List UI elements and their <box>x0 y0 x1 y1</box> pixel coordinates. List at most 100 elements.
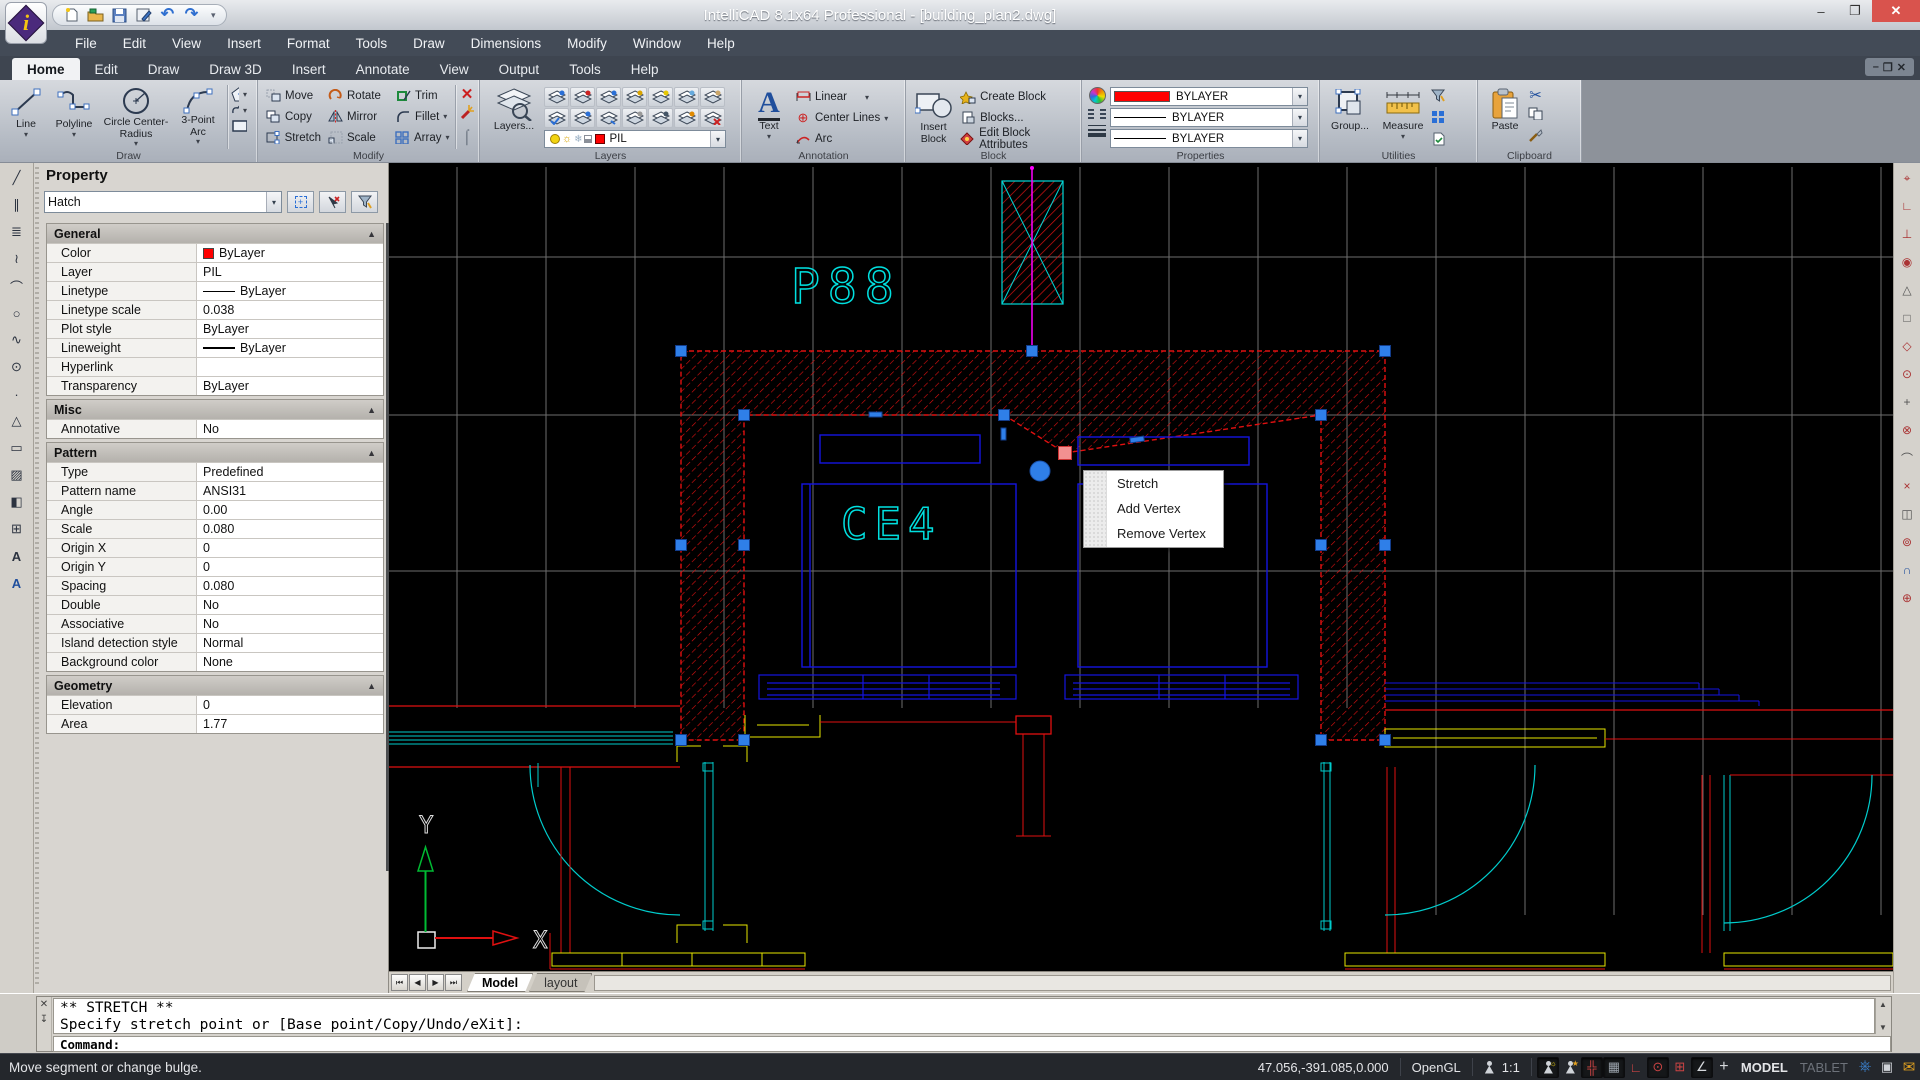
restore-button[interactable]: ❐ <box>1838 0 1872 22</box>
snap-perpendicular-icon[interactable]: ⊥ <box>1896 225 1918 243</box>
window-assembly-right[interactable] <box>1065 675 1298 699</box>
collapse-icon[interactable]: ▲ <box>367 405 376 415</box>
entity-select-arrow[interactable]: ▾ <box>266 192 281 212</box>
copy-button[interactable]: Copy <box>262 107 324 126</box>
tool-circle-icon[interactable]: ○ <box>6 304 28 322</box>
point-style-icon[interactable] <box>1431 110 1445 129</box>
calculator-icon[interactable] <box>1432 132 1445 151</box>
layer-color-swatch[interactable] <box>595 134 605 144</box>
color-combo-arrow[interactable]: ▾ <box>1292 88 1307 105</box>
undo-icon[interactable]: ↶ <box>159 7 176 24</box>
linetype-combo-arrow[interactable]: ▾ <box>1292 109 1307 126</box>
tab-prev-button[interactable]: ◀ <box>409 974 426 991</box>
snap-center-icon[interactable]: ◉ <box>1896 253 1918 271</box>
row-value[interactable]: ByLayer <box>197 339 383 357</box>
center-lines-button[interactable]: ⊕Center Lines▾ <box>792 109 891 128</box>
doc-minimize-button[interactable]: – <box>1873 61 1879 73</box>
layer-combo-arrow[interactable]: ▾ <box>710 131 725 147</box>
row-value[interactable]: No <box>197 615 383 633</box>
tool-point-icon[interactable]: · <box>6 385 28 403</box>
explode-icon[interactable] <box>459 105 475 126</box>
collapse-icon[interactable]: ▲ <box>367 681 376 691</box>
layer-unlock-icon[interactable] <box>622 108 647 128</box>
tab-output[interactable]: Output <box>484 58 555 80</box>
snap-extension-icon[interactable]: ⌒ <box>1896 449 1918 467</box>
array-button[interactable]: Array▾ <box>392 128 452 147</box>
quick-select-icon[interactable] <box>1430 88 1446 107</box>
status-coordinates[interactable]: 47.056,-391.085,0.000 <box>1252 1060 1395 1075</box>
row-value[interactable]: ANSI31 <box>197 482 383 500</box>
menu-modify[interactable]: Modify <box>554 32 620 55</box>
menu-file[interactable]: File <box>62 32 110 55</box>
move-button[interactable]: Move <box>262 86 324 105</box>
layer-current-icon[interactable] <box>570 87 595 107</box>
layer-lock-state-icon[interactable] <box>584 135 592 143</box>
row-value[interactable]: 0 <box>197 696 383 714</box>
lineweight-combo[interactable]: BYLAYER▾ <box>1110 129 1308 148</box>
snap-tangent-icon[interactable]: ⊙ <box>1896 365 1918 383</box>
tab-draw3d[interactable]: Draw 3D <box>194 58 277 80</box>
redo-icon[interactable]: ↷ <box>183 7 200 24</box>
entity-type-select[interactable]: Hatch▾ <box>44 191 282 213</box>
polygon-icon[interactable]: ▾ <box>231 87 247 101</box>
layer-freeze-state-icon[interactable]: ❄ <box>574 134 582 145</box>
quick-filter-button[interactable] <box>351 191 378 213</box>
row-value[interactable]: ByLayer <box>197 282 383 300</box>
tool-ellipse-icon[interactable]: ⊙ <box>6 358 28 376</box>
layer-bulb-icon[interactable] <box>550 134 560 144</box>
tool-polygon-icon[interactable]: △ <box>6 412 28 430</box>
close-button[interactable]: ✕ <box>1872 0 1920 22</box>
annotation-visibility-icon[interactable]: ☼ <box>1537 1057 1559 1078</box>
snap-endpoint-icon[interactable]: ∟ <box>1896 197 1918 215</box>
annotation-scale-person-icon[interactable] <box>1478 1057 1500 1078</box>
tool-rectangle-icon[interactable]: ▭ <box>6 439 28 457</box>
snap-from-icon[interactable]: ⌖ <box>1896 169 1918 187</box>
polar-toggle-icon[interactable]: ⊙ <box>1647 1057 1669 1078</box>
mail-icon[interactable]: ✉ <box>1898 1057 1920 1078</box>
tool-mline-icon[interactable]: ≣ <box>6 223 28 241</box>
revision-cloud-icon[interactable]: ▾ <box>231 103 247 117</box>
menu-tools[interactable]: Tools <box>343 32 401 55</box>
ortho-toggle-icon[interactable]: ∟ <box>1625 1057 1647 1078</box>
row-value[interactable]: No <box>197 420 383 438</box>
polyline-button[interactable]: Polyline▾ <box>48 83 100 148</box>
row-value[interactable]: 1.77 <box>197 715 383 733</box>
tool-spline-icon[interactable]: ∿ <box>6 331 28 349</box>
arc-dim-button[interactable]: Arc <box>792 129 891 148</box>
tablet-toggle[interactable]: TABLET <box>1794 1060 1854 1075</box>
snap-settings-icon[interactable]: ⊕ <box>1896 589 1918 607</box>
drawing-canvas[interactable]: P88 CE4 <box>389 163 1893 971</box>
pillar-block[interactable] <box>1002 166 1063 351</box>
command-pin-icon[interactable]: ↧ <box>40 1014 48 1025</box>
tab-tools[interactable]: Tools <box>554 58 616 80</box>
tool-hatch-icon[interactable]: ▨ <box>6 466 28 484</box>
settings-gear-icon[interactable]: ⎈ <box>1854 1057 1876 1078</box>
door-assembly-far-right[interactable] <box>1702 775 1893 969</box>
panel-drag-handle[interactable] <box>35 167 39 987</box>
line-button[interactable]: Line▾ <box>4 83 48 148</box>
save-as-icon[interactable] <box>135 7 152 24</box>
rotate-button[interactable]: Rotate <box>324 86 392 105</box>
row-value[interactable]: ByLayer <box>197 244 383 262</box>
workspace-windows-icon[interactable]: ▣ <box>1876 1057 1898 1078</box>
esnap-toggle-icon[interactable]: ⊞ <box>1669 1057 1691 1078</box>
snap-insert-icon[interactable]: ⊚ <box>1896 533 1918 551</box>
row-value[interactable]: PIL <box>197 263 383 281</box>
linear-dim-button[interactable]: Linear▾ <box>792 88 891 107</box>
grid-toggle-icon[interactable]: ▦ <box>1603 1057 1625 1078</box>
command-input[interactable]: Command: <box>53 1036 1891 1052</box>
scroll-down-icon[interactable]: ▼ <box>1879 1023 1887 1032</box>
fillet-button[interactable]: Fillet▾ <box>392 107 452 126</box>
tool-mtext-icon[interactable]: A <box>6 574 28 592</box>
window-assembly-left[interactable] <box>759 675 1016 699</box>
menu-help[interactable]: Help <box>694 32 748 55</box>
join-icon[interactable]: ⌠ <box>463 129 471 143</box>
doc-restore-button[interactable]: ❐ <box>1883 61 1893 74</box>
stretch-button[interactable]: Stretch <box>262 128 324 147</box>
hot-grip[interactable] <box>1059 447 1072 460</box>
menu-window[interactable]: Window <box>620 32 694 55</box>
snap-parallel-icon[interactable]: ◫ <box>1896 505 1918 523</box>
layer-match-icon[interactable] <box>596 87 621 107</box>
three-point-arc-button[interactable]: 3-Point Arc▾ <box>172 83 224 148</box>
menu-dimensions[interactable]: Dimensions <box>458 32 555 55</box>
